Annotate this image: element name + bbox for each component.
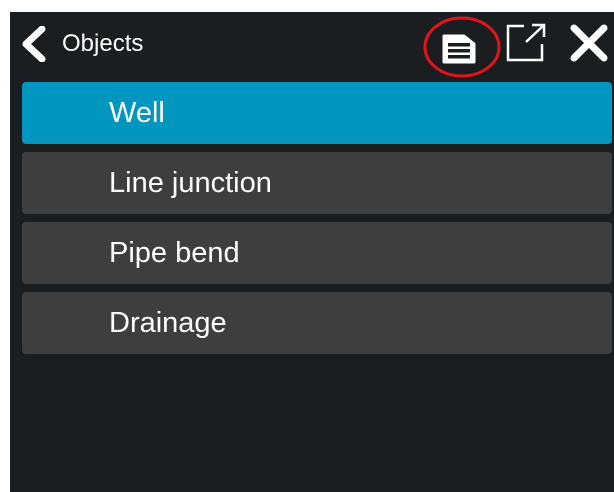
- close-button[interactable]: [566, 20, 612, 66]
- object-list: Well Line junction Pipe bend Drainage: [22, 82, 612, 362]
- external-link-icon: [506, 23, 546, 62]
- list-view-button[interactable]: [422, 16, 502, 80]
- highlight-circle: [423, 16, 501, 78]
- list-item-label: Line junction: [109, 167, 272, 199]
- list-item-line-junction[interactable]: Line junction: [22, 152, 612, 214]
- back-button[interactable]: Objects: [10, 12, 200, 76]
- list-item-well[interactable]: Well: [22, 82, 612, 144]
- close-icon: [570, 24, 608, 62]
- page-title: Objects: [62, 30, 144, 57]
- chevron-left-icon: [22, 26, 46, 62]
- header-bar: Objects: [10, 12, 614, 78]
- open-external-button[interactable]: [504, 20, 548, 66]
- list-item-drainage[interactable]: Drainage: [22, 292, 612, 354]
- list-item-label: Drainage: [109, 307, 227, 339]
- list-item-label: Well: [109, 97, 165, 129]
- list-item-label: Pipe bend: [109, 237, 240, 269]
- list-item-pipe-bend[interactable]: Pipe bend: [22, 222, 612, 284]
- objects-panel: Objects Well Line junction Pipe bend Dra…: [10, 12, 614, 492]
